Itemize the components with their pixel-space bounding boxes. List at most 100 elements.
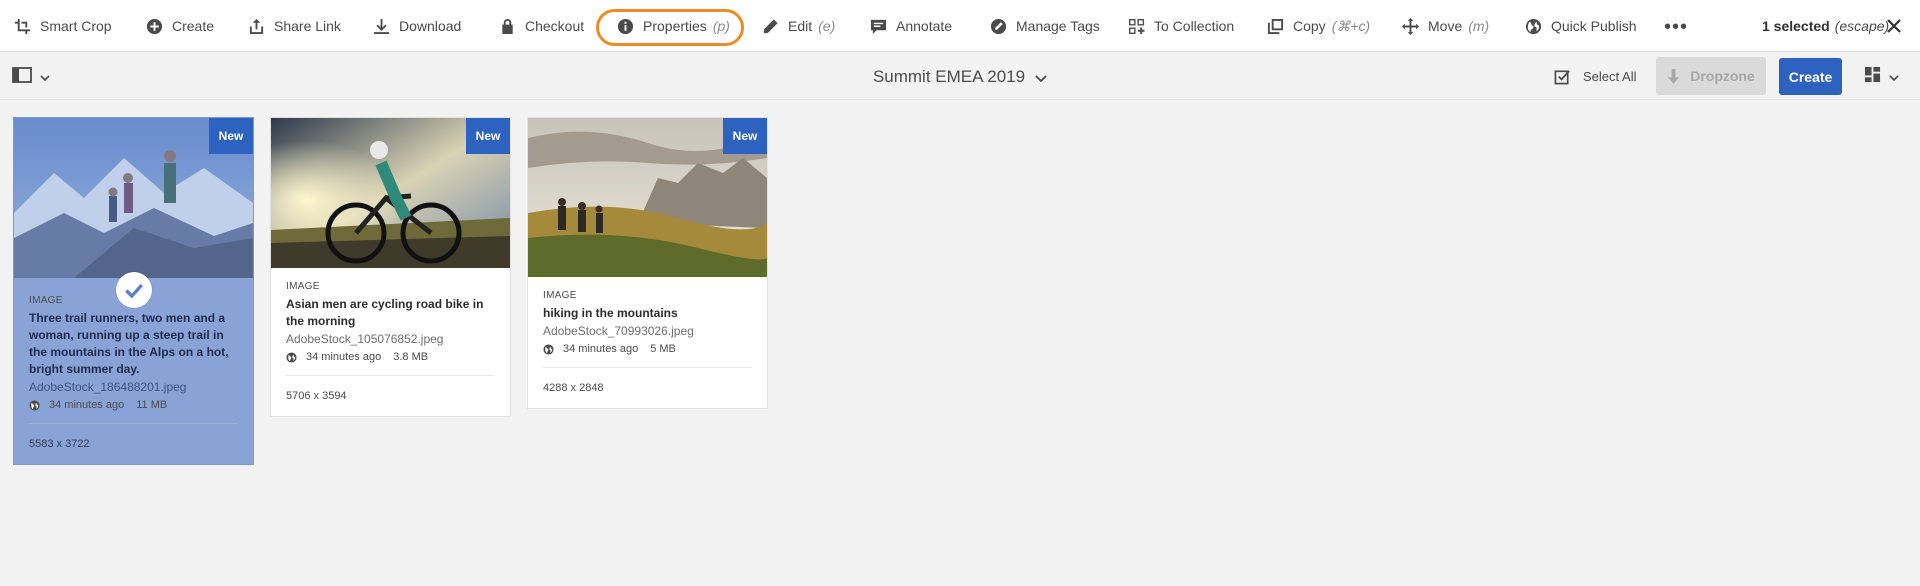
chevron-down-icon [40,68,50,86]
new-badge: New [466,118,510,154]
asset-filename: AdobeStock_105076852.jpeg [286,332,444,346]
title-chevron-down-icon[interactable] [1035,67,1047,87]
escape-hint: (escape) [1834,18,1890,34]
asset-thumbnail: New [528,118,767,277]
globe-icon [543,343,554,355]
view-switcher[interactable] [1864,66,1899,88]
asset-size: 5 MB [650,343,676,355]
asset-type: IMAGE [286,281,320,292]
asset-size: 11 MB [136,399,168,411]
quick-publish-button[interactable]: Quick Publish [1524,0,1637,52]
move-icon [1401,17,1419,35]
new-badge: New [723,118,767,154]
globe-icon [286,351,297,363]
title-bar: Summit EMEA 2019 Select All Dropzone Cre… [0,53,1920,100]
card-body: IMAGE hiking in the mountains AdobeStock… [528,277,767,408]
action-bar: Smart Crop Create Share Link Download Ch… [0,0,1920,52]
create-action-label: Create [172,18,215,34]
create-button[interactable]: Create [1779,58,1842,95]
copy-shortcut: (⌘+c) [1331,17,1371,34]
share-link-button[interactable]: Share Link [247,0,341,52]
move-button[interactable]: Move (m) [1401,0,1489,52]
more-icon[interactable]: ••• [1664,15,1688,39]
smart-crop-button[interactable]: Smart Crop [13,0,112,52]
smart-crop-label: Smart Crop [40,18,112,34]
rail-toggle-button[interactable] [12,66,50,88]
copy-icon [1266,17,1284,35]
checkmark-icon[interactable] [116,272,152,308]
globe-publish-icon [1524,17,1542,35]
asset-modified: 34 minutes ago [306,351,382,363]
properties-shortcut: (p) [712,18,730,34]
collection-add-icon [1127,17,1145,35]
info-icon [616,17,634,35]
new-badge: New [209,118,253,154]
properties-button[interactable]: Properties (p) [616,0,730,52]
asset-title: hiking in the mountains [543,306,678,320]
asset-meta: 34 minutes ago 5 MB [543,341,752,357]
selected-count: 1 selected [1762,18,1830,34]
globe-icon [29,399,40,411]
lock-icon [498,17,516,35]
edit-shortcut: (e) [818,18,836,34]
edit-label: Edit [788,18,813,34]
close-icon[interactable] [1884,16,1904,36]
asset-filename: AdobeStock_186488201.jpeg [29,380,187,394]
asset-meta: 34 minutes ago 11 MB [29,397,238,413]
dropzone-button: Dropzone [1656,57,1766,95]
asset-modified: 34 minutes ago [49,399,125,411]
move-label: Move [1428,18,1463,34]
dropzone-label: Dropzone [1690,68,1755,84]
asset-thumbnail: New [271,118,510,268]
to-collection-button[interactable]: To Collection [1127,0,1234,52]
asset-title: Asian men are cycling road bike in the m… [286,297,484,328]
create-action-button[interactable]: Create [145,0,214,52]
select-all-button[interactable]: Select All [1554,53,1636,100]
asset-card[interactable]: New IMAGE hiking in the mountains AdobeS… [527,117,768,409]
pencil-icon [761,17,779,35]
properties-label: Properties [643,18,707,34]
page-title[interactable]: Summit EMEA 2019 [873,67,1025,87]
to-collection-label: To Collection [1154,18,1235,34]
asset-dimensions: 5583 x 3722 [29,438,90,450]
add-circle-icon [145,17,163,35]
move-shortcut: (m) [1468,18,1490,34]
asset-size: 3.8 MB [393,351,429,363]
share-link-label: Share Link [274,18,341,34]
share-icon [247,17,265,35]
card-view-icon [1864,66,1881,88]
tag-icon [989,17,1007,35]
asset-card[interactable]: New IMAGE Asian men are cycling road bik… [270,117,511,417]
asset-thumbnail: New [14,118,253,278]
manage-tags-label: Manage Tags [1016,18,1100,34]
quick-publish-label: Quick Publish [1551,18,1637,34]
edit-button[interactable]: Edit (e) [761,0,835,52]
asset-card[interactable]: New IMAGE Three trail runners, two men a… [13,117,254,465]
checkout-button[interactable]: Checkout [498,0,584,52]
download-button[interactable]: Download [372,0,461,52]
view-chevron-down-icon [1889,68,1899,86]
download-icon [372,17,390,35]
comment-icon [869,17,887,35]
selection-status: 1 selected (escape) [1762,0,1889,52]
asset-dimensions: 5706 x 3594 [286,390,347,402]
asset-type: IMAGE [543,290,577,301]
manage-tags-button[interactable]: Manage Tags [989,0,1100,52]
card-body: IMAGE Asian men are cycling road bike in… [271,268,510,416]
annotate-button[interactable]: Annotate [869,0,952,52]
asset-modified: 34 minutes ago [563,343,639,355]
copy-button[interactable]: Copy (⌘+c) [1266,0,1370,52]
download-label: Download [399,18,462,34]
side-panel-icon [12,66,32,88]
annotate-label: Annotate [896,18,953,34]
asset-filename: AdobeStock_70993026.jpeg [543,324,694,338]
asset-dimensions: 4288 x 2848 [543,382,604,394]
smart-crop-icon [13,17,31,35]
select-all-label: Select All [1583,69,1637,84]
copy-label: Copy [1293,18,1326,34]
asset-title: Three trail runners, two men and a woman… [29,311,229,376]
checkout-label: Checkout [525,18,585,34]
select-all-checkbox-icon [1554,70,1570,85]
asset-meta: 34 minutes ago 3.8 MB [286,349,495,365]
download-arrow-icon [1668,68,1680,84]
